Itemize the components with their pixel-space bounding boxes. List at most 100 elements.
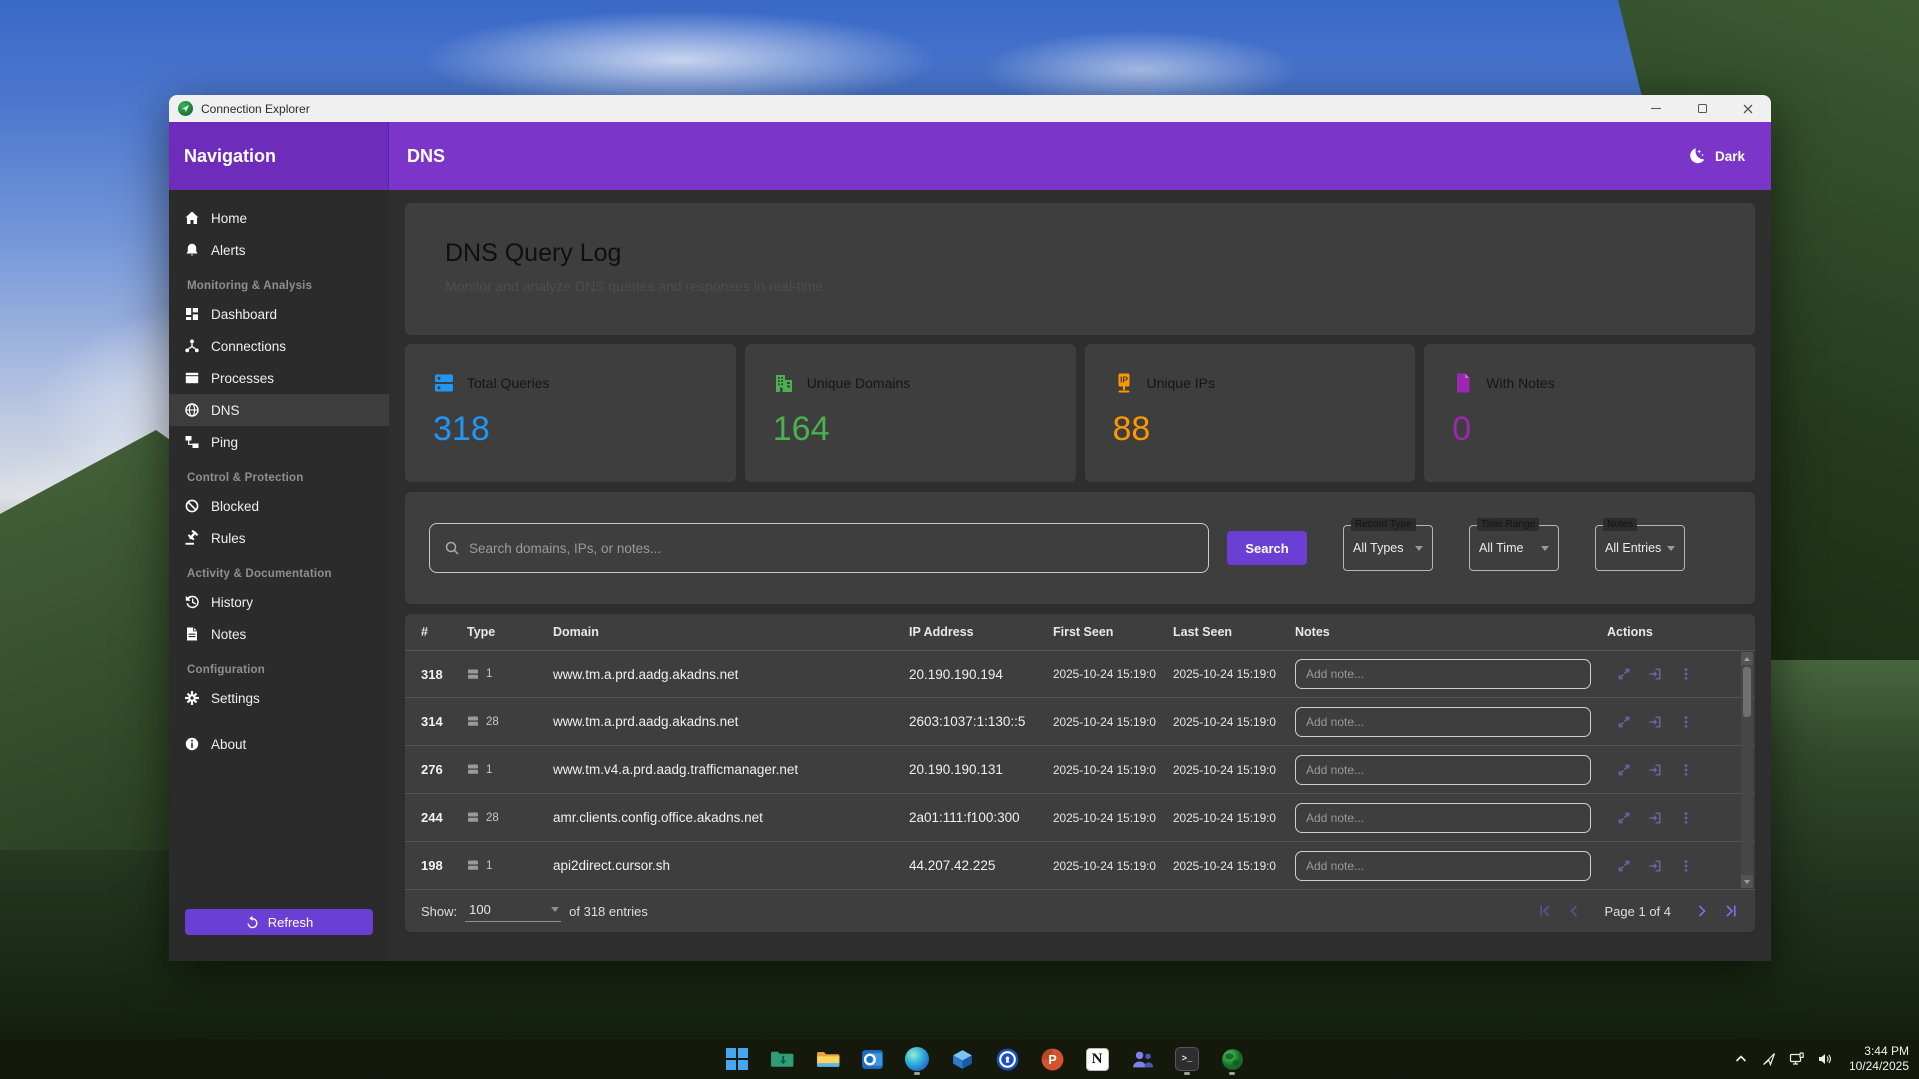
more-options-icon[interactable] [1679,667,1693,681]
sidebar-item-alerts[interactable]: Alerts [169,234,389,266]
page-size-group: Show: 100 of 318 entries [421,900,648,922]
note-input[interactable] [1295,659,1591,689]
last-page-button[interactable] [1723,903,1739,919]
open-in-new-icon[interactable] [1648,859,1662,873]
taskbar-teams-icon[interactable] [1130,1043,1155,1075]
record-type-dropdown[interactable]: Record Type All Types [1343,525,1433,571]
nav-title: Navigation [184,146,276,167]
sidebar-item-connections[interactable]: Connections [169,330,389,362]
sidebar-item-blocked[interactable]: Blocked [169,490,389,522]
note-input[interactable] [1295,803,1591,833]
expand-icon[interactable] [1617,667,1631,681]
stat-card-with-notes: With Notes 0 [1424,344,1755,482]
tray-network-icon[interactable] [1789,1051,1805,1067]
scroll-down-button[interactable] [1741,875,1753,888]
system-tray: 3:44 PM 10/24/2025 [1733,1044,1909,1074]
taskbar-notion-icon[interactable]: N [1085,1043,1110,1075]
expand-icon[interactable] [1617,859,1631,873]
minimize-button[interactable] [1633,95,1679,122]
expand-icon[interactable] [1617,763,1631,777]
open-in-new-icon[interactable] [1648,763,1662,777]
window-icon [184,370,200,386]
taskbar-1password-icon[interactable] [995,1043,1020,1075]
sidebar-section-activity: Activity & Documentation [169,554,389,586]
table-scrollbar[interactable] [1741,652,1753,888]
taskbar-file-explorer-icon[interactable] [815,1043,840,1075]
taskbar-powerpoint-icon[interactable]: P [1040,1043,1065,1075]
refresh-button[interactable]: Refresh [185,909,373,935]
more-options-icon[interactable] [1679,859,1693,873]
domain-cell: www.tm.a.prd.aadg.akadns.net [553,667,909,682]
table-rows: 318 1 www.tm.a.prd.aadg.akadns.net 20.19… [405,650,1755,890]
column-header: # [421,625,467,639]
sidebar-item-about[interactable]: About [169,728,389,760]
sidebar-item-settings[interactable]: Settings [169,682,389,714]
previous-page-button[interactable] [1566,903,1582,919]
taskbar-connection-explorer-icon[interactable] [1220,1043,1245,1075]
gear-icon [184,690,200,706]
gavel-icon [184,530,200,546]
terminal-logo: >_ [1175,1047,1199,1071]
dropdown-value: All Entries [1605,541,1661,555]
tray-volume-icon[interactable] [1817,1051,1833,1067]
notes-filter-dropdown[interactable]: Notes All Entries [1595,525,1685,571]
sidebar-item-dashboard[interactable]: Dashboard [169,298,389,330]
sidebar-item-rules[interactable]: Rules [169,522,389,554]
page-title: DNS [407,146,445,167]
taskbar-blue-box-app-icon[interactable] [950,1043,975,1075]
sidebar-item-notes[interactable]: Notes [169,618,389,650]
note-input[interactable] [1295,755,1591,785]
next-page-button[interactable] [1694,903,1710,919]
ping-icon [184,434,200,450]
sidebar-section-control: Control & Protection [169,458,389,490]
close-button[interactable] [1725,95,1771,122]
search-button[interactable]: Search [1227,531,1307,565]
table-row: 314 28 www.tm.a.prd.aadg.akadns.net 2603… [405,698,1755,746]
sidebar-item-dns[interactable]: DNS [169,394,389,426]
taskbar-edge-icon[interactable] [905,1043,930,1075]
page-size-select[interactable]: 100 [465,900,561,922]
more-options-icon[interactable] [1679,715,1693,729]
sidebar-item-label: Home [211,211,247,226]
maximize-button[interactable] [1679,95,1725,122]
search-icon [444,540,460,556]
sidebar-item-home[interactable]: Home [169,202,389,234]
stat-label: With Notes [1486,375,1554,391]
sidebar: Home Alerts Monitoring & Analysis Dashbo… [169,190,389,961]
open-in-new-icon[interactable] [1648,811,1662,825]
record-type-icon [467,763,480,776]
page-card-title: DNS Query Log [445,239,1715,268]
stat-value: 164 [773,410,1048,449]
open-in-new-icon[interactable] [1648,715,1662,729]
note-input[interactable] [1295,851,1591,881]
first-page-button[interactable] [1537,903,1553,919]
time-range-dropdown[interactable]: Time Range All Time [1469,525,1559,571]
taskbar-downloads-folder-icon[interactable] [770,1043,795,1075]
ip-cell: 20.190.190.194 [909,667,1053,682]
refresh-icon [245,915,260,930]
tray-chevron-up-icon[interactable] [1733,1051,1749,1067]
theme-toggle[interactable]: Dark [1686,146,1745,166]
filter-bar: Search Record Type All Types Time Range … [405,492,1755,604]
sidebar-item-processes[interactable]: Processes [169,362,389,394]
more-options-icon[interactable] [1679,763,1693,777]
scroll-up-button[interactable] [1741,652,1753,665]
taskbar-clock[interactable]: 3:44 PM 10/24/2025 [1849,1044,1909,1074]
window-titlebar[interactable]: Connection Explorer [169,95,1771,122]
scrollbar-thumb[interactable] [1743,667,1751,717]
search-input[interactable] [469,541,1194,556]
sidebar-item-ping[interactable]: Ping [169,426,389,458]
sidebar-item-label: Notes [211,627,246,642]
sidebar-item-history[interactable]: History [169,586,389,618]
expand-icon[interactable] [1617,715,1631,729]
stats-row: Total Queries 318 Unique Domains 164 IP … [405,344,1755,482]
taskbar-terminal-icon[interactable]: >_ [1175,1043,1200,1075]
column-header: Last Seen [1173,625,1295,639]
taskbar-start-button[interactable] [725,1043,750,1075]
open-in-new-icon[interactable] [1648,667,1662,681]
expand-icon[interactable] [1617,811,1631,825]
more-options-icon[interactable] [1679,811,1693,825]
tray-location-icon[interactable] [1761,1051,1777,1067]
taskbar-outlook-icon[interactable] [860,1043,885,1075]
note-input[interactable] [1295,707,1591,737]
